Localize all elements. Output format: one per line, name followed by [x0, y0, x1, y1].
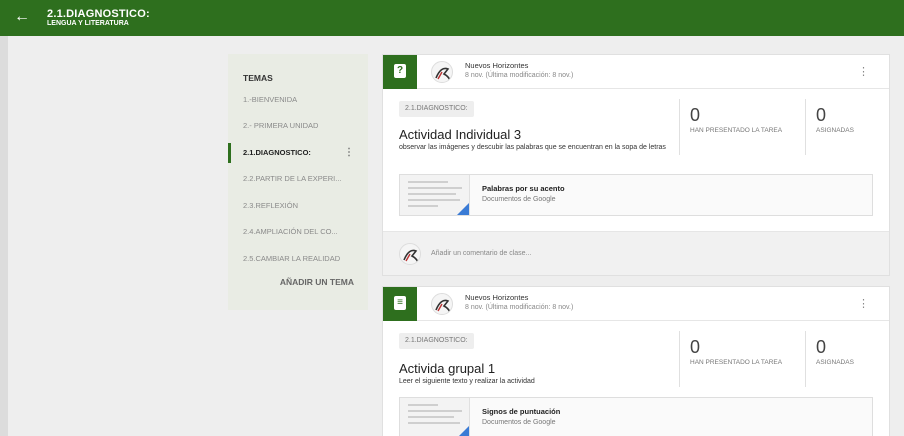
document-thumbnail	[400, 398, 470, 436]
assignment-description: observar las imágenes y descubir las pal…	[399, 144, 666, 151]
sidebar-item-partir-experiencia[interactable]: 2.2.PARTIR DE LA EXPERI...	[228, 169, 368, 189]
post-date: 8 nov. (Última modificación: 8 nov.)	[465, 72, 574, 79]
stat-assigned[interactable]: 0 ASIGNADAS	[805, 99, 889, 155]
attachment-title: Palabras por su acento	[482, 184, 565, 193]
stat-label: ASIGNADAS	[816, 359, 854, 366]
stat-value: 0	[816, 337, 827, 357]
attachment-subtitle: Documentos de Google	[482, 419, 556, 426]
topics-sidebar: TEMAS 1.-BIENVENIDA 2.- PRIMERA UNIDAD 2…	[228, 54, 368, 310]
stat-label: HAN PRESENTADO LA TAREA	[690, 127, 783, 134]
stat-assigned[interactable]: 0 ASIGNADAS	[805, 331, 889, 387]
sidebar-item-reflexion[interactable]: 2.3.REFLEXIÓN	[228, 196, 368, 216]
attachment-card[interactable]: Signos de puntuación Documentos de Googl…	[399, 397, 873, 436]
docs-corner-icon	[457, 426, 469, 436]
page-subtitle: LENGUA Y LITERATURA	[47, 20, 129, 27]
comment-placeholder: Añadir un comentario de clase...	[431, 250, 532, 257]
sidebar-item-primera-unidad[interactable]: 2.- PRIMERA UNIDAD	[228, 116, 368, 136]
stat-value: 0	[690, 337, 701, 357]
stat-turned-in[interactable]: 0 HAN PRESENTADO LA TAREA	[679, 331, 805, 387]
more-vert-icon[interactable]: ⋮	[344, 143, 354, 163]
post-date: 8 nov. (Última modificación: 8 nov.)	[465, 304, 574, 311]
sidebar-item-label: 2.- PRIMERA UNIDAD	[243, 121, 319, 130]
sidebar-item-label: 2.5.CAMBIAR LA REALIDAD	[243, 254, 341, 263]
assignment-title[interactable]: Activida grupal 1	[399, 361, 495, 376]
document-thumbnail	[400, 175, 470, 215]
sidebar-item-bienvenida[interactable]: 1.-BIENVENIDA	[228, 90, 368, 110]
topics-heading: TEMAS	[243, 73, 273, 83]
left-edge	[0, 36, 8, 436]
avatar	[431, 61, 453, 83]
sidebar-item-label: 2.2.PARTIR DE LA EXPERI...	[243, 174, 342, 183]
add-topic-button[interactable]: AÑADIR UN TEMA	[228, 277, 368, 287]
assignment-description: Leer el siguiente texto y realizar la ac…	[399, 378, 535, 385]
topic-chip: 2.1.DIAGNOSTICO:	[399, 101, 474, 117]
post-author: Nuevos Horizontes	[465, 61, 529, 70]
post-card: ? Nuevos Horizontes 8 nov. (Última modif…	[382, 54, 890, 276]
top-app-bar: ← 2.1.DIAGNOSTICO: LENGUA Y LITERATURA	[0, 0, 904, 36]
sidebar-item-cambiar-realidad[interactable]: 2.5.CAMBIAR LA REALIDAD	[228, 249, 368, 269]
stat-turned-in[interactable]: 0 HAN PRESENTADO LA TAREA	[679, 99, 805, 155]
sidebar-item-ampliacion[interactable]: 2.4.AMPLIACIÓN DEL CO...	[228, 222, 368, 242]
attachment-subtitle: Documentos de Google	[482, 196, 556, 203]
sidebar-item-label: 2.3.REFLEXIÓN	[243, 201, 299, 210]
post-card: ≡ Nuevos Horizontes 8 nov. (Última modif…	[382, 286, 890, 436]
page-title: 2.1.DIAGNOSTICO:	[47, 8, 150, 20]
post-header: ? Nuevos Horizontes 8 nov. (Última modif…	[383, 55, 889, 89]
post-type-tile: ≡	[383, 287, 417, 321]
stat-label: ASIGNADAS	[816, 127, 854, 134]
stat-label: HAN PRESENTADO LA TAREA	[690, 359, 783, 366]
sidebar-item-label: 2.4.AMPLIACIÓN DEL CO...	[243, 227, 338, 236]
sidebar-item-label: 2.1.DIAGNOSTICO:	[243, 148, 311, 157]
arrow-left-icon[interactable]: ←	[14, 8, 30, 26]
post-type-tile: ?	[383, 55, 417, 89]
assignment-title[interactable]: Actividad Individual 3	[399, 127, 521, 142]
attachment-title: Signos de puntuación	[482, 407, 561, 416]
avatar	[399, 243, 421, 265]
stat-value: 0	[690, 105, 701, 125]
assignment-icon: ≡	[394, 296, 406, 310]
topic-chip: 2.1.DIAGNOSTICO:	[399, 333, 474, 349]
class-comment-input[interactable]: Añadir un comentario de clase...	[383, 231, 889, 275]
question-icon: ?	[394, 64, 406, 78]
sidebar-item-diagnostico[interactable]: 2.1.DIAGNOSTICO: ⋮	[228, 143, 368, 163]
docs-corner-icon	[457, 203, 469, 215]
more-vert-icon[interactable]: ⋮	[858, 65, 869, 78]
attachment-card[interactable]: Palabras por su acento Documentos de Goo…	[399, 174, 873, 216]
stat-value: 0	[816, 105, 827, 125]
more-vert-icon[interactable]: ⋮	[858, 297, 869, 310]
post-header: ≡ Nuevos Horizontes 8 nov. (Última modif…	[383, 287, 889, 321]
avatar	[431, 293, 453, 315]
post-author: Nuevos Horizontes	[465, 293, 529, 302]
sidebar-item-label: 1.-BIENVENIDA	[243, 95, 298, 104]
